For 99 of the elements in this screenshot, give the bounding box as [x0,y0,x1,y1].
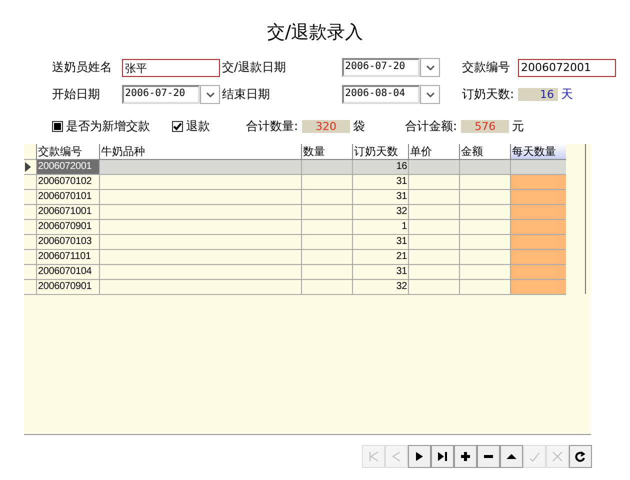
navigator-button[interactable] [500,445,523,468]
navigator-button[interactable] [454,445,477,468]
table-cell [510,220,566,235]
previous-icon [391,451,402,462]
table-cell: 2006070103 [36,235,99,250]
table-cell [301,175,352,190]
table-cell [301,160,352,175]
table-cell [408,280,459,295]
play-icon [414,451,425,462]
table-cell: 2006071101 [36,250,99,265]
table-cell [301,235,352,250]
navigator-button[interactable] [477,445,500,468]
date-field[interactable]: 2006-08-04 [342,85,420,104]
table-cell [510,235,566,250]
table-cell: 32 [352,205,408,220]
column-header[interactable]: 牛奶品种 [99,144,301,160]
dropdown-button[interactable] [420,85,440,104]
table-cell: 31 [352,235,408,250]
checkbox-label: 退款 [186,118,210,134]
table-cell [408,205,459,220]
chevron-down-icon [426,64,434,70]
table-cell [408,220,459,235]
table-cell [301,250,352,265]
table-cell: 21 [352,250,408,265]
table-cell: 2006070102 [36,175,99,190]
unit-label: 元 [512,118,524,134]
field-label: 结束日期 [222,86,271,103]
table-cell [510,250,566,265]
navigator-button[interactable] [569,445,592,468]
table-cell: 1 [352,220,408,235]
date-field[interactable]: 2006-07-20 [342,58,420,77]
up-triangle-icon [506,451,517,462]
table-cell: 31 [352,265,408,280]
checkbox[interactable] [172,120,183,132]
column-header[interactable]: 每天数量 [510,144,566,160]
table-cell [408,235,459,250]
table-cell [510,175,566,190]
form-title: 交/退款录入 [266,21,364,45]
table-cell: 2006070901 [36,220,99,235]
table-cell [408,190,459,205]
last-record-icon [437,451,448,462]
field-label: 送奶员姓名 [52,59,113,76]
table-cell: 31 [352,190,408,205]
table-cell [408,160,459,175]
table-cell [459,160,510,175]
table-cell [301,205,352,220]
checkbox-label: 是否为新增交款 [66,118,150,134]
field-label: 交款编号 [462,59,511,76]
field-label: 交/退款日期 [222,59,288,76]
table-cell: 31 [352,175,408,190]
table-cell [408,265,459,280]
table-cell: 2006070901 [36,280,99,295]
navigator-button[interactable] [408,445,431,468]
table-cell [510,190,566,205]
row-pointer-icon [24,162,31,172]
dropdown-button[interactable] [420,58,440,77]
field-label: 开始日期 [52,86,101,103]
cross-icon [552,451,563,462]
table-cell: 2006070101 [36,190,99,205]
checkbox[interactable] [52,120,63,132]
table-cell [510,265,566,280]
chevron-down-icon [426,92,434,98]
total-value: 576 [461,120,510,132]
column-header[interactable]: 数量 [301,144,352,160]
table-cell [301,280,352,295]
total-value: 320 [302,120,350,132]
table-cell [301,265,352,280]
table-cell: 2006070104 [36,265,99,280]
table-cell [510,205,566,220]
plus-icon [460,451,471,462]
table-cell [301,190,352,205]
table-cell: 2006072001 [36,160,99,175]
unit-label: 天 [561,86,573,103]
field-label: 订奶天数: [462,86,516,103]
table-cell: 2006071001 [36,205,99,220]
table-cell [510,280,566,295]
refresh-icon [575,451,586,462]
text-field[interactable]: 2006072001 [518,58,616,76]
table-cell [301,220,352,235]
days-readout: 16 [518,88,558,101]
table-cell [510,160,566,175]
total-label: 合计金额: [405,118,458,134]
text-field[interactable]: 张平 [122,58,220,76]
total-label: 合计数量: [246,118,298,134]
first-record-icon [368,451,379,462]
column-header[interactable]: 订奶天数 [352,144,408,160]
column-header[interactable]: 交款编号 [36,144,99,160]
table-cell: 16 [352,160,408,175]
dropdown-button[interactable] [200,85,220,104]
column-header[interactable]: 单价 [408,144,459,160]
navigator-button[interactable] [431,445,454,468]
chevron-down-icon [206,92,214,98]
date-field[interactable]: 2006-07-20 [122,85,200,104]
table-cell [408,175,459,190]
table-cell [408,250,459,265]
unit-label: 袋 [353,118,366,134]
column-header[interactable]: 金额 [459,144,510,160]
table-cell: 32 [352,280,408,295]
check-icon [529,451,540,462]
